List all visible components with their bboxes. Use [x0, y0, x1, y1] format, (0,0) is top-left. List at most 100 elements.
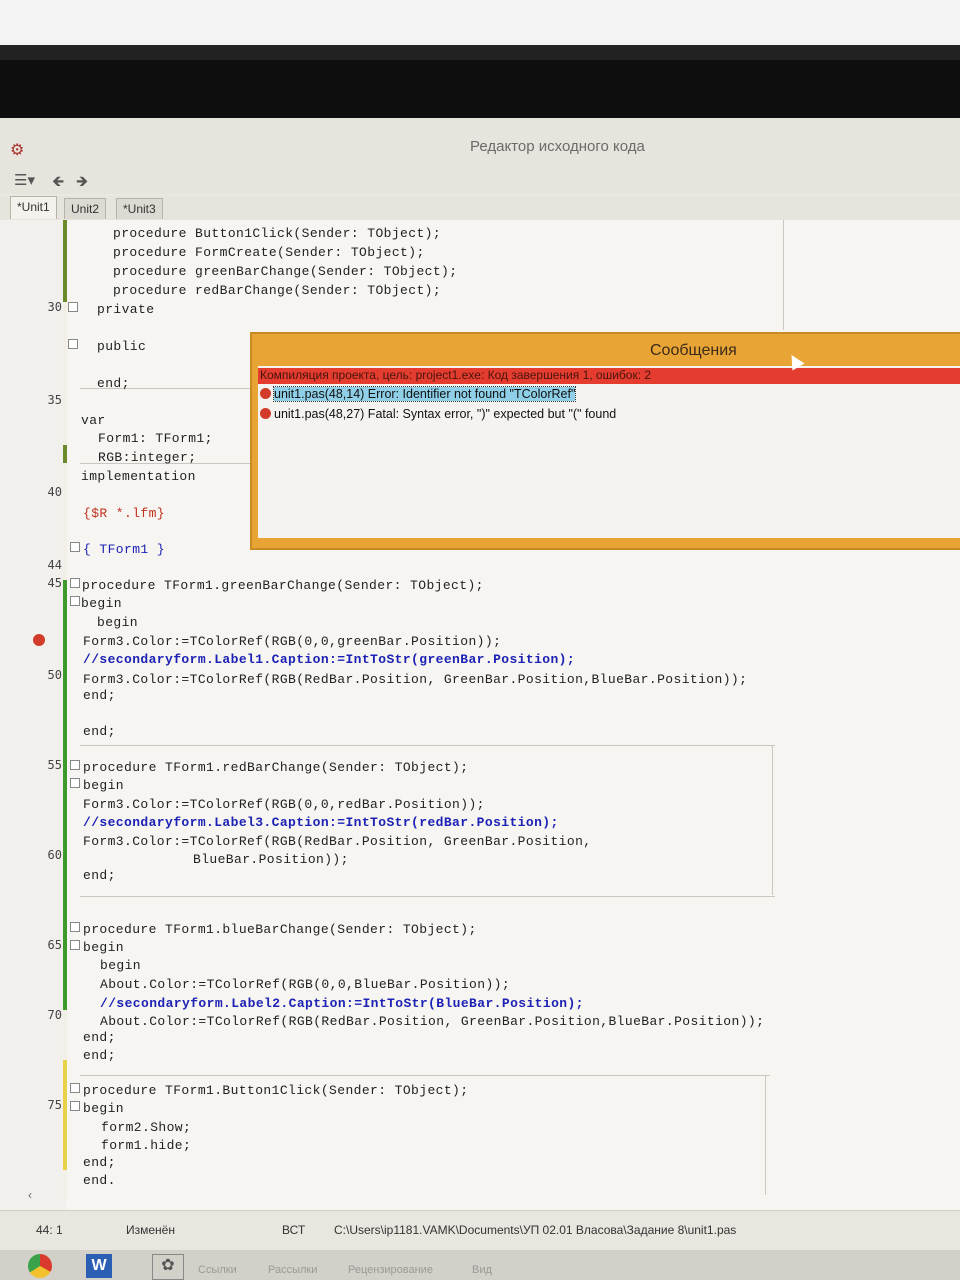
code-line[interactable]: BlueBar.Position)); [193, 852, 349, 867]
code-line[interactable]: form2.Show; [101, 1120, 191, 1135]
error-icon [260, 388, 271, 399]
code-line[interactable]: end; [83, 1155, 116, 1170]
ribbon-tab: Рассылки [268, 1264, 318, 1276]
scroll-left-icon[interactable]: ‹ [28, 1188, 32, 1202]
code-line[interactable]: RGB:integer; [98, 450, 196, 465]
menu-icon[interactable]: ☰▾ [14, 171, 35, 191]
code-line[interactable]: Form3.Color:=TColorRef(RGB(0,0,greenBar.… [83, 634, 501, 649]
code-line[interactable]: implementation [81, 469, 196, 484]
ribbon-tab: Вид [472, 1264, 492, 1276]
ide-screen: ⚙ Редактор исходного кода ☰▾ 🡸 🡺 *Unit1 … [0, 118, 960, 1280]
code-line[interactable]: Form3.Color:=TColorRef(RGB(RedBar.Positi… [83, 672, 747, 687]
fatal-error-icon [260, 408, 271, 419]
code-line[interactable]: public [97, 339, 146, 354]
code-line[interactable]: //secondaryform.Label1.Caption:=IntToStr… [83, 652, 575, 667]
chrome-icon[interactable] [28, 1254, 52, 1278]
status-bar: 44: 1 Изменён ВСТ C:\Users\ip1181.VAMK\D… [0, 1210, 960, 1251]
code-line[interactable]: begin [83, 940, 124, 955]
fold-toggle-icon[interactable] [70, 922, 80, 932]
right-margin [772, 745, 773, 895]
back-arrow-icon[interactable]: 🡸 [52, 171, 64, 191]
messages-list[interactable]: Компиляция проекта, цель: project1.exe: … [258, 366, 960, 538]
message-text: unit1.pas(48,27) Fatal: Syntax error, ")… [274, 407, 617, 421]
code-line[interactable]: {$R *.lfm} [83, 506, 165, 521]
tab-unit1[interactable]: *Unit1 [10, 196, 57, 219]
lazarus-taskbar-icon[interactable]: ✿ [152, 1254, 184, 1280]
line-number: 60 [47, 848, 62, 862]
right-margin [765, 1075, 766, 1195]
code-line[interactable]: form1.hide; [101, 1138, 191, 1153]
code-line[interactable]: procedure TForm1.redBarChange(Sender: TO… [83, 760, 468, 775]
line-number: 75 [47, 1098, 62, 1112]
code-line[interactable]: procedure TForm1.Button1Click(Sender: TO… [83, 1083, 468, 1098]
tab-unit3[interactable]: *Unit3 [116, 198, 163, 219]
code-line[interactable]: procedure TForm1.blueBarChange(Sender: T… [83, 922, 477, 937]
code-line[interactable]: begin [100, 958, 141, 973]
code-line[interactable]: var [81, 413, 106, 428]
right-margin [783, 220, 784, 330]
code-line[interactable]: end. [83, 1173, 116, 1188]
message-text: unit1.pas(48,14) Error: Identifier not f… [272, 386, 577, 402]
code-line[interactable]: About.Color:=TColorRef(RGB(RedBar.Positi… [100, 1014, 764, 1029]
code-line[interactable]: private [97, 302, 154, 317]
taskbar: W ✿ Ссылки Рассылки Рецензирование Вид [0, 1250, 960, 1280]
compile-summary-text: Компиляция проекта, цель: project1.exe: … [260, 368, 652, 382]
code-line[interactable]: begin [83, 778, 124, 793]
message-item[interactable]: unit1.pas(48,27) Fatal: Syntax error, ")… [260, 407, 616, 421]
title-bar: ⚙ Редактор исходного кода [0, 118, 960, 169]
code-line[interactable]: //secondaryform.Label3.Caption:=IntToStr… [83, 815, 559, 830]
line-number: 30 [47, 300, 62, 314]
code-line[interactable]: procedure greenBarChange(Sender: TObject… [113, 264, 457, 279]
line-gutter [0, 220, 66, 1210]
code-line[interactable]: begin [81, 596, 122, 611]
fold-toggle-icon[interactable] [70, 578, 80, 588]
forward-arrow-icon[interactable]: 🡺 [76, 171, 88, 191]
line-number: 50 [47, 668, 62, 682]
line-number: 45 [47, 576, 62, 590]
code-line[interactable]: end; [83, 688, 116, 703]
messages-header[interactable]: Сообщения [252, 334, 960, 366]
code-line[interactable]: procedure FormCreate(Sender: TObject); [113, 245, 425, 260]
fold-toggle-icon[interactable] [70, 596, 80, 606]
compile-summary[interactable]: Компиляция проекта, цель: project1.exe: … [258, 368, 960, 384]
code-line[interactable]: procedure Button1Click(Sender: TObject); [113, 226, 441, 241]
fold-toggle-icon[interactable] [70, 940, 80, 950]
modified-marker [63, 580, 67, 1010]
code-line[interactable]: end; [83, 868, 116, 883]
code-line[interactable]: end; [83, 1048, 116, 1063]
tab-unit2[interactable]: Unit2 [64, 198, 107, 219]
modified-marker [63, 220, 67, 302]
word-icon[interactable]: W [86, 1254, 112, 1278]
code-line[interactable]: procedure TForm1.greenBarChange(Sender: … [82, 578, 484, 593]
code-line[interactable]: end; [97, 376, 130, 391]
lazarus-icon: ⚙ [10, 142, 25, 159]
fold-toggle-icon[interactable] [70, 542, 80, 552]
fold-toggle-icon[interactable] [68, 302, 78, 312]
message-item[interactable]: unit1.pas(48,14) Error: Identifier not f… [260, 386, 577, 402]
insert-mode: ВСТ [282, 1223, 306, 1237]
window-title: Редактор исходного кода [470, 138, 645, 155]
file-path: C:\Users\ip1181.VAMK\Documents\УП 02.01 … [334, 1223, 737, 1237]
code-line[interactable]: //secondaryform.Label2.Caption:=IntToStr… [100, 996, 584, 1011]
fold-toggle-icon[interactable] [70, 1083, 80, 1093]
code-line[interactable]: procedure redBarChange(Sender: TObject); [113, 283, 441, 298]
code-line[interactable]: begin [83, 1101, 124, 1116]
code-line[interactable]: { TForm1 } [83, 542, 165, 557]
fold-toggle-icon[interactable] [68, 339, 78, 349]
code-line[interactable]: About.Color:=TColorRef(RGB(0,0,BlueBar.P… [100, 977, 510, 992]
line-number: 40 [47, 485, 62, 499]
modified-status: Изменён [126, 1223, 175, 1237]
code-line[interactable]: end; [83, 724, 116, 739]
error-marker-icon[interactable] [33, 634, 45, 646]
code-line[interactable]: Form3.Color:=TColorRef(RGB(0,0,redBar.Po… [83, 797, 485, 812]
code-line[interactable]: end; [83, 1030, 116, 1045]
code-line[interactable]: Form1: TForm1; [98, 431, 213, 446]
fold-toggle-icon[interactable] [70, 1101, 80, 1111]
line-number: 44 [47, 558, 62, 572]
code-line[interactable]: Form3.Color:=TColorRef(RGB(RedBar.Positi… [83, 834, 591, 849]
messages-title: Сообщения [650, 342, 737, 359]
fold-toggle-icon[interactable] [70, 778, 80, 788]
editor-tabs: *Unit1 Unit2 *Unit3 [0, 196, 960, 221]
code-line[interactable]: begin [97, 615, 138, 630]
fold-toggle-icon[interactable] [70, 760, 80, 770]
